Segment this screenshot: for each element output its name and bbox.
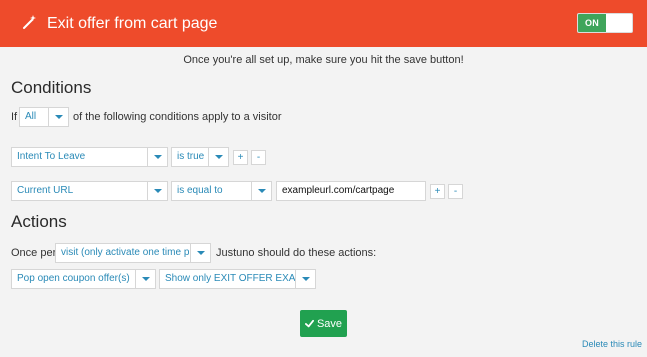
save-button[interactable]: Save (300, 310, 347, 337)
magic-wand-icon (23, 15, 36, 29)
rule-toggle[interactable]: ON (577, 13, 633, 33)
chevron-down-icon (55, 115, 63, 119)
frequency-value: visit (only activate one time pe (61, 247, 189, 258)
chevron-down-icon (258, 189, 266, 193)
conditions-suffix: of the following conditions apply to a v… (73, 111, 282, 123)
chevron-down-icon (142, 277, 150, 281)
toggle-on-label: ON (578, 14, 606, 32)
conditions-heading: Conditions (11, 78, 92, 97)
condition-1-field-value: Intent To Leave (17, 151, 86, 162)
delete-rule-link[interactable]: Delete this rule (582, 339, 642, 349)
offer-value: Show only EXIT OFFER EXAMI (165, 273, 295, 284)
condition-2-operator-select[interactable]: is equal to (171, 181, 272, 201)
chevron-down-icon (154, 189, 162, 193)
condition-2-remove-button[interactable]: - (448, 184, 463, 199)
rule-header: Exit offer from cart page ON (0, 0, 647, 47)
chevron-down-icon (215, 155, 223, 159)
save-reminder: Once you're all set up, make sure you hi… (183, 54, 464, 66)
condition-2-add-button[interactable]: + (430, 184, 445, 199)
condition-1-operator-select[interactable]: is true (171, 147, 229, 167)
match-type-select[interactable]: All (19, 107, 69, 127)
condition-1-add-button[interactable]: + (233, 150, 248, 165)
offer-select[interactable]: Show only EXIT OFFER EXAMI (159, 269, 316, 289)
condition-2-field-select[interactable]: Current URL (11, 181, 168, 201)
actions-suffix: Justuno should do these actions: (216, 247, 377, 259)
condition-1-remove-button[interactable]: - (251, 150, 266, 165)
condition-2-value-input[interactable]: exampleurl.com/cartpage (276, 181, 426, 201)
condition-1-field-select[interactable]: Intent To Leave (11, 147, 168, 167)
conditions-prefix: If (11, 111, 18, 123)
condition-2-field-value: Current URL (17, 185, 74, 196)
chevron-down-icon (302, 277, 310, 281)
chevron-down-icon (154, 155, 162, 159)
save-label: Save (316, 317, 343, 330)
actions-prefix: Once per (11, 247, 57, 259)
chevron-down-icon (197, 251, 205, 255)
rule-title: Exit offer from cart page (47, 15, 218, 32)
action-type-select[interactable]: Pop open coupon offer(s) (11, 269, 156, 289)
check-icon (304, 319, 314, 328)
frequency-select[interactable]: visit (only activate one time pe (55, 243, 211, 263)
actions-heading: Actions (11, 212, 67, 231)
